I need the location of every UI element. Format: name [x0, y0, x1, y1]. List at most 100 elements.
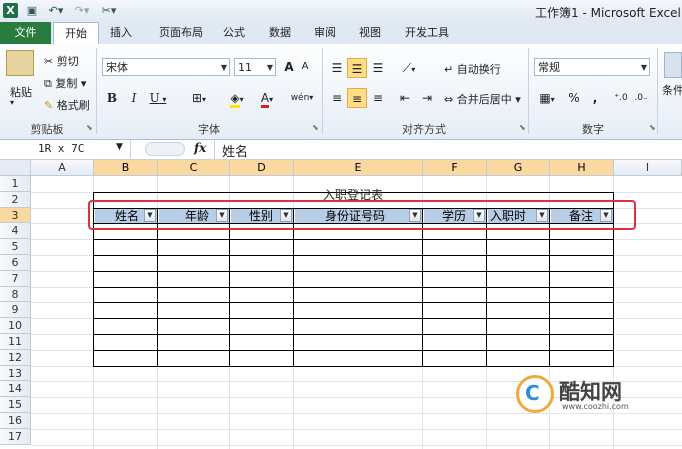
table-border-line — [93, 239, 614, 241]
decrease-decimal-button[interactable]: .0₋ — [632, 88, 650, 108]
name-box[interactable]: 1R x 7C ▼ — [0, 140, 131, 158]
row-header-14[interactable]: 14 — [0, 381, 31, 398]
font-name-combo[interactable]: 宋体 ▼ — [102, 58, 230, 76]
font-color-button[interactable]: A▾ — [254, 88, 280, 108]
percent-button[interactable]: % — [566, 88, 582, 108]
row-header-12[interactable]: 12 — [0, 349, 31, 366]
group-divider — [322, 48, 323, 134]
align-middle-button[interactable]: ☰ — [347, 58, 367, 78]
gridline — [31, 413, 682, 414]
row-header-3[interactable]: 3 — [0, 207, 31, 224]
align-center-button[interactable]: ≡ — [347, 88, 367, 108]
font-launcher-icon[interactable]: ⬊ — [312, 123, 319, 132]
underline-button[interactable]: U ▾ — [146, 88, 170, 108]
tab-page-layout[interactable]: 页面布局 — [150, 22, 212, 44]
table-border-line — [549, 207, 550, 366]
currency-button[interactable]: ▦▾ — [534, 88, 560, 108]
clipboard-launcher-icon[interactable]: ⬊ — [86, 123, 93, 132]
cut-button[interactable]: ✂ 剪切 — [44, 53, 79, 69]
conditional-format-button[interactable]: 条件 — [662, 82, 682, 98]
row-header-2[interactable]: 2 — [0, 191, 31, 208]
row-header-1[interactable]: 1 — [0, 176, 31, 192]
tab-review[interactable]: 审阅 — [309, 22, 341, 44]
fill-bucket-icon: ◈ — [230, 91, 240, 108]
tab-formulas[interactable]: 公式 — [218, 22, 250, 44]
decrease-indent-button[interactable]: ⇤ — [396, 88, 414, 108]
table-border-line — [93, 255, 614, 256]
number-launcher-icon[interactable]: ⬊ — [649, 123, 656, 132]
customize-qat-icon[interactable]: ✂▾ — [98, 3, 120, 19]
column-header-i[interactable]: I — [614, 160, 682, 176]
row-header-5[interactable]: 5 — [0, 239, 31, 255]
conditional-format-icon[interactable] — [664, 52, 682, 78]
scissors-icon: ✂ — [44, 55, 54, 68]
fill-color-button[interactable]: ◈▾ — [224, 88, 250, 108]
align-left-button[interactable]: ≡ — [328, 88, 346, 108]
row-header-9[interactable]: 9 — [0, 302, 31, 319]
align-top-button[interactable]: ☰ — [328, 58, 346, 78]
column-header-c[interactable]: C — [158, 160, 230, 176]
tab-file[interactable]: 文件 — [0, 22, 51, 44]
select-all-corner[interactable] — [0, 160, 31, 176]
borders-button[interactable]: ⊞▾ — [186, 88, 212, 108]
tab-developer[interactable]: 开发工具 — [398, 22, 456, 44]
tab-data[interactable]: 数据 — [264, 22, 296, 44]
tab-view[interactable]: 视图 — [354, 22, 386, 44]
column-header-a[interactable]: A — [31, 160, 94, 176]
row-header-7[interactable]: 7 — [0, 270, 31, 287]
grow-font-button[interactable]: A — [281, 57, 297, 77]
phonetic-icon: wén — [290, 93, 310, 103]
row-header-10[interactable]: 10 — [0, 318, 31, 334]
table-border-line — [93, 365, 614, 367]
paste-icon[interactable] — [6, 50, 34, 76]
undo-icon[interactable]: ↶▾ — [46, 3, 66, 19]
chevron-down-icon[interactable]: ▼ — [116, 142, 123, 152]
italic-button[interactable]: I — [126, 88, 142, 108]
row-header-16[interactable]: 16 — [0, 413, 31, 429]
copy-button[interactable]: ⧉ 复制 ▾ — [44, 75, 86, 91]
number-format-combo[interactable]: 常规 ▼ — [534, 58, 650, 76]
orientation-button[interactable]: ⟋▾ — [396, 58, 422, 78]
formula-input[interactable]: 姓名 — [222, 141, 248, 160]
increase-decimal-button[interactable]: ⁺.0 — [612, 88, 630, 108]
align-bottom-button[interactable]: ☰ — [369, 58, 387, 78]
column-header-f[interactable]: F — [423, 160, 487, 176]
grow-font-icon: A — [284, 60, 294, 74]
tab-insert[interactable]: 插入 — [105, 22, 137, 44]
font-size-combo[interactable]: 11 ▼ — [234, 58, 276, 76]
row-header-17[interactable]: 17 — [0, 428, 31, 445]
merge-center-button[interactable]: ⇔ 合并后居中 ▾ — [444, 91, 521, 107]
row-header-8[interactable]: 8 — [0, 286, 31, 303]
excel-logo-icon[interactable]: X — [3, 3, 18, 18]
redo-icon[interactable]: ↷▾ — [72, 3, 92, 19]
row-header-6[interactable]: 6 — [0, 255, 31, 271]
comma-button[interactable]: , — [588, 88, 602, 108]
underline-label: U — [149, 91, 160, 105]
row-header-13[interactable]: 13 — [0, 365, 31, 382]
align-right-button[interactable]: ≡ — [369, 88, 387, 108]
title-bar: X ▣ ↶▾ ↷▾ ✂▾ 工作簿1 - Microsoft Excel — [0, 0, 682, 22]
row-header-15[interactable]: 15 — [0, 397, 31, 413]
column-header-g[interactable]: G — [487, 160, 550, 176]
insert-function-button[interactable]: fx — [194, 141, 206, 155]
alignment-launcher-icon[interactable]: ⬊ — [519, 123, 526, 132]
shrink-font-button[interactable]: A — [298, 57, 312, 77]
column-header-d[interactable]: D — [230, 160, 294, 176]
column-header-e[interactable]: E — [294, 160, 423, 176]
phonetic-button[interactable]: wén▾ — [288, 88, 316, 108]
cut-label: 剪切 — [56, 55, 79, 68]
tab-home[interactable]: 开始 — [53, 22, 99, 45]
name-box-value: 1R x 7C — [38, 142, 85, 155]
increase-indent-button[interactable]: ⇥ — [418, 88, 436, 108]
bold-button[interactable]: B — [104, 88, 120, 108]
row-header-4[interactable]: 4 — [0, 223, 31, 240]
save-icon[interactable]: ▣ — [24, 3, 40, 19]
formula-bar-resize-handle[interactable] — [145, 142, 185, 156]
paste-dropdown-icon[interactable]: ▾ — [10, 98, 14, 107]
row-header-11[interactable]: 11 — [0, 334, 31, 350]
column-header-h[interactable]: H — [550, 160, 614, 176]
column-header-b[interactable]: B — [94, 160, 158, 176]
font-size-value: 11 — [238, 61, 252, 74]
wrap-text-button[interactable]: ↵ 自动换行 — [444, 61, 501, 77]
format-painter-button[interactable]: ✎ 格式刷 — [44, 97, 90, 113]
